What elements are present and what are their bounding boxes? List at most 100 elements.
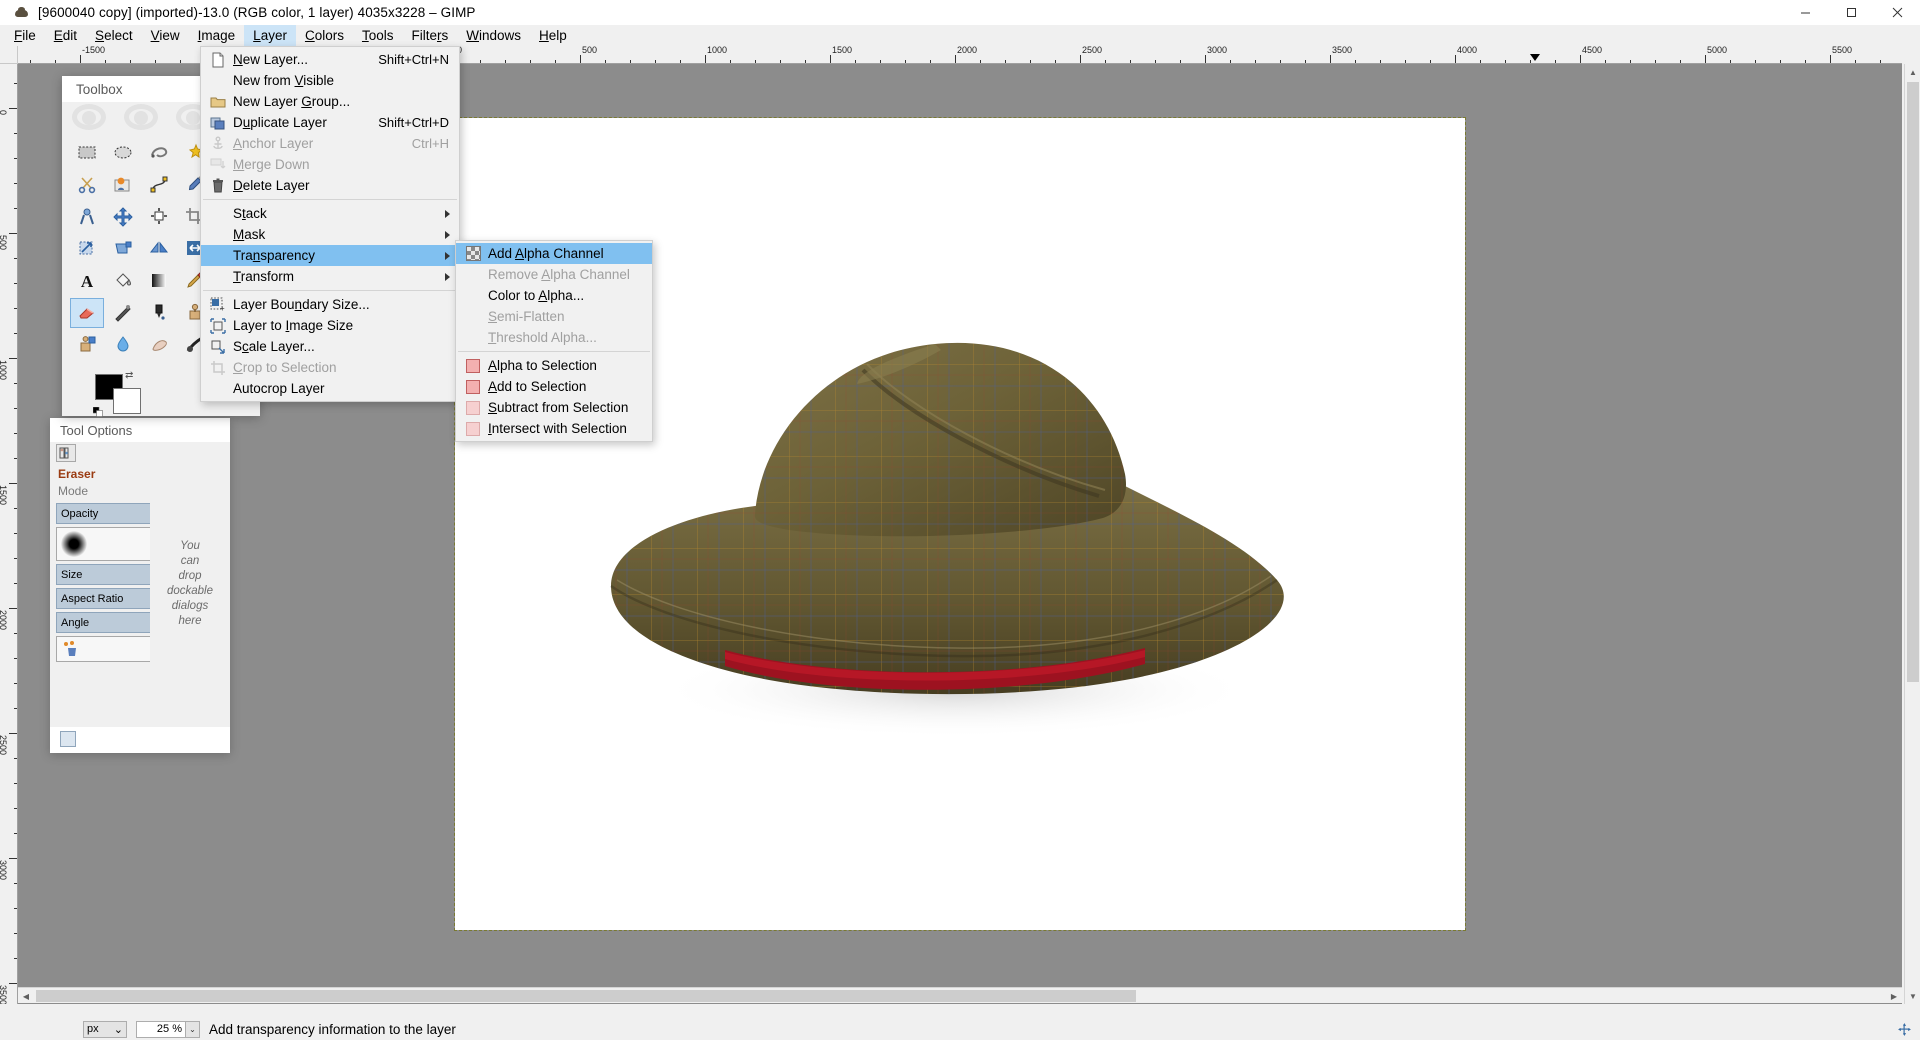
align-tool[interactable] [142,202,176,232]
svg-text:+: + [220,304,225,313]
drop-hint-line-2: can [181,555,200,567]
ruler-label: 1500 [0,485,8,505]
zoom-value: 25 % [157,1023,182,1035]
layer-menu-item-scale-layer[interactable]: Scale Layer... [201,336,459,357]
text-tool[interactable]: A [70,266,104,296]
status-bar: px ⌄ 25 % ⌄ Add transparency information… [0,1018,1920,1040]
eraser-tool[interactable] [70,298,104,328]
dock-reset-button[interactable] [60,731,76,747]
zoom-input[interactable]: 25 % [136,1021,186,1038]
transparency-submenu-item-add-to-selection[interactable]: Add to Selection [456,376,652,397]
menu-tools[interactable]: Tools [353,25,403,46]
unit-selector[interactable]: px ⌄ [83,1021,127,1038]
layer-menu-item-delete-layer[interactable]: Delete Layer [201,175,459,196]
heal-tool[interactable] [70,330,104,360]
perspective-tool[interactable] [106,234,140,264]
submenu-arrow-icon [445,252,450,260]
layer-menu-item-label: Delete Layer [233,178,459,193]
layer-menu-item-new-layer-group[interactable]: New Layer Group... [201,91,459,112]
vertical-scrollbar[interactable]: ▲ ▼ [1904,64,1920,1004]
scroll-right-arrow[interactable]: ▶ [1886,988,1902,1004]
flip-tool[interactable] [142,234,176,264]
layer-menu-item-label: Mask [233,227,459,242]
menu-layer[interactable]: Layer [244,25,296,46]
scroll-left-arrow[interactable]: ◀ [18,988,34,1004]
bucket-fill-tool[interactable] [106,266,140,296]
transparency-submenu-item-label: Alpha to Selection [488,358,652,373]
ruler-label: 3500 [1330,46,1352,55]
scissors-select-tool[interactable] [70,170,104,200]
reset-colors-icon[interactable] [93,404,103,414]
background-color-swatch[interactable] [113,388,141,414]
maximize-button[interactable] [1828,0,1874,25]
menu-view[interactable]: View [142,25,189,46]
checker-icon [464,245,482,262]
dock-drop-hint: You can drop dockable dialogs here [167,539,213,629]
dock-drop-zone[interactable]: You can drop dockable dialogs here [150,442,230,725]
transparency-submenu-item-subtract-from-selection[interactable]: Subtract from Selection [456,397,652,418]
menu-select[interactable]: Select [86,25,142,46]
transparency-submenu-item-label: Threshold Alpha... [488,330,652,345]
menu-edit[interactable]: Edit [45,25,86,46]
ruler-tick [955,55,956,64]
menu-image[interactable]: Image [189,25,245,46]
ruler-label: -1500 [80,46,105,55]
transparency-submenu-item-label: Semi-Flatten [488,309,652,324]
layer-menu-item-label: Merge Down [233,157,459,172]
ruler-tick [1080,55,1081,64]
zoom-dropdown-button[interactable]: ⌄ [186,1021,200,1038]
ellipse-select-tool[interactable] [106,138,140,168]
transparency-submenu-item-add-alpha-channel[interactable]: Add Alpha Channel [456,243,652,264]
blur-tool[interactable] [106,330,140,360]
foreground-select-tool[interactable] [106,170,140,200]
menu-help[interactable]: Help [530,25,576,46]
horizontal-scrollbar[interactable]: ◀ ▶ [18,987,1902,1003]
vertical-scroll-thumb[interactable] [1907,82,1919,682]
menu-file[interactable]: File [5,25,45,46]
horizontal-scroll-thumb[interactable] [36,990,1136,1002]
ink-tool[interactable] [142,298,176,328]
move-tool[interactable] [106,202,140,232]
airbrush-tool[interactable] [106,298,140,328]
menu-windows[interactable]: Windows [457,25,530,46]
free-select-tool[interactable] [142,138,176,168]
layer-menu-item-mask[interactable]: Mask [201,224,459,245]
gradient-tool[interactable] [142,266,176,296]
vertical-ruler[interactable]: 0500100015002000250030003500 [0,64,18,1004]
dock-angle-label: Angle [61,617,89,629]
tool-options-tab-icon[interactable] [56,444,76,462]
drop-hint-line-3: drop [178,570,201,582]
layer-menu-item-transparency[interactable]: Transparency [201,245,459,266]
unified-transform-tool[interactable] [70,234,104,264]
smudge-tool[interactable] [142,330,176,360]
menu-filters[interactable]: Filters [402,25,457,46]
ruler-corner[interactable] [0,46,18,64]
layer-menu-item-layer-boundary-size[interactable]: + Layer Boundary Size... [201,294,459,315]
layer-menu-item-autocrop-layer[interactable]: Autocrop Layer [201,378,459,399]
ruler-tick [1580,55,1581,64]
ruler-position-marker [1530,54,1540,61]
layer-menu-item-new-from-visible[interactable]: New from Visible [201,70,459,91]
swap-colors-icon[interactable]: ⇄ [125,370,133,381]
layer-menu-item-label: Layer Boundary Size... [233,297,459,312]
crop-icon [209,359,227,376]
layer-menu-item-layer-to-image-size[interactable]: Layer to Image Size [201,315,459,336]
transparency-submenu-item-alpha-to-selection[interactable]: Alpha to Selection [456,355,652,376]
minimize-button[interactable] [1782,0,1828,25]
layer-menu-item-duplicate-layer[interactable]: Duplicate LayerShift+Ctrl+D [201,112,459,133]
ruler-label: 5500 [1830,46,1852,55]
scroll-up-arrow[interactable]: ▲ [1905,64,1920,80]
layer-menu-item-transform[interactable]: Transform [201,266,459,287]
transparency-submenu-item-color-to-alpha[interactable]: Color to Alpha... [456,285,652,306]
ruler-label: 2500 [1080,46,1102,55]
paths-tool[interactable] [142,170,176,200]
navigate-icon[interactable] [1896,1021,1912,1037]
layer-menu-item-stack[interactable]: Stack [201,203,459,224]
rect-select-tool[interactable] [70,138,104,168]
measure-tool[interactable] [70,202,104,232]
layer-menu-item-new-layer[interactable]: New Layer...Shift+Ctrl+N [201,49,459,70]
menu-colors[interactable]: Colors [296,25,353,46]
transparency-submenu-item-intersect-with-selection[interactable]: Intersect with Selection [456,418,652,439]
scroll-down-arrow[interactable]: ▼ [1905,988,1920,1004]
close-button[interactable] [1874,0,1920,25]
